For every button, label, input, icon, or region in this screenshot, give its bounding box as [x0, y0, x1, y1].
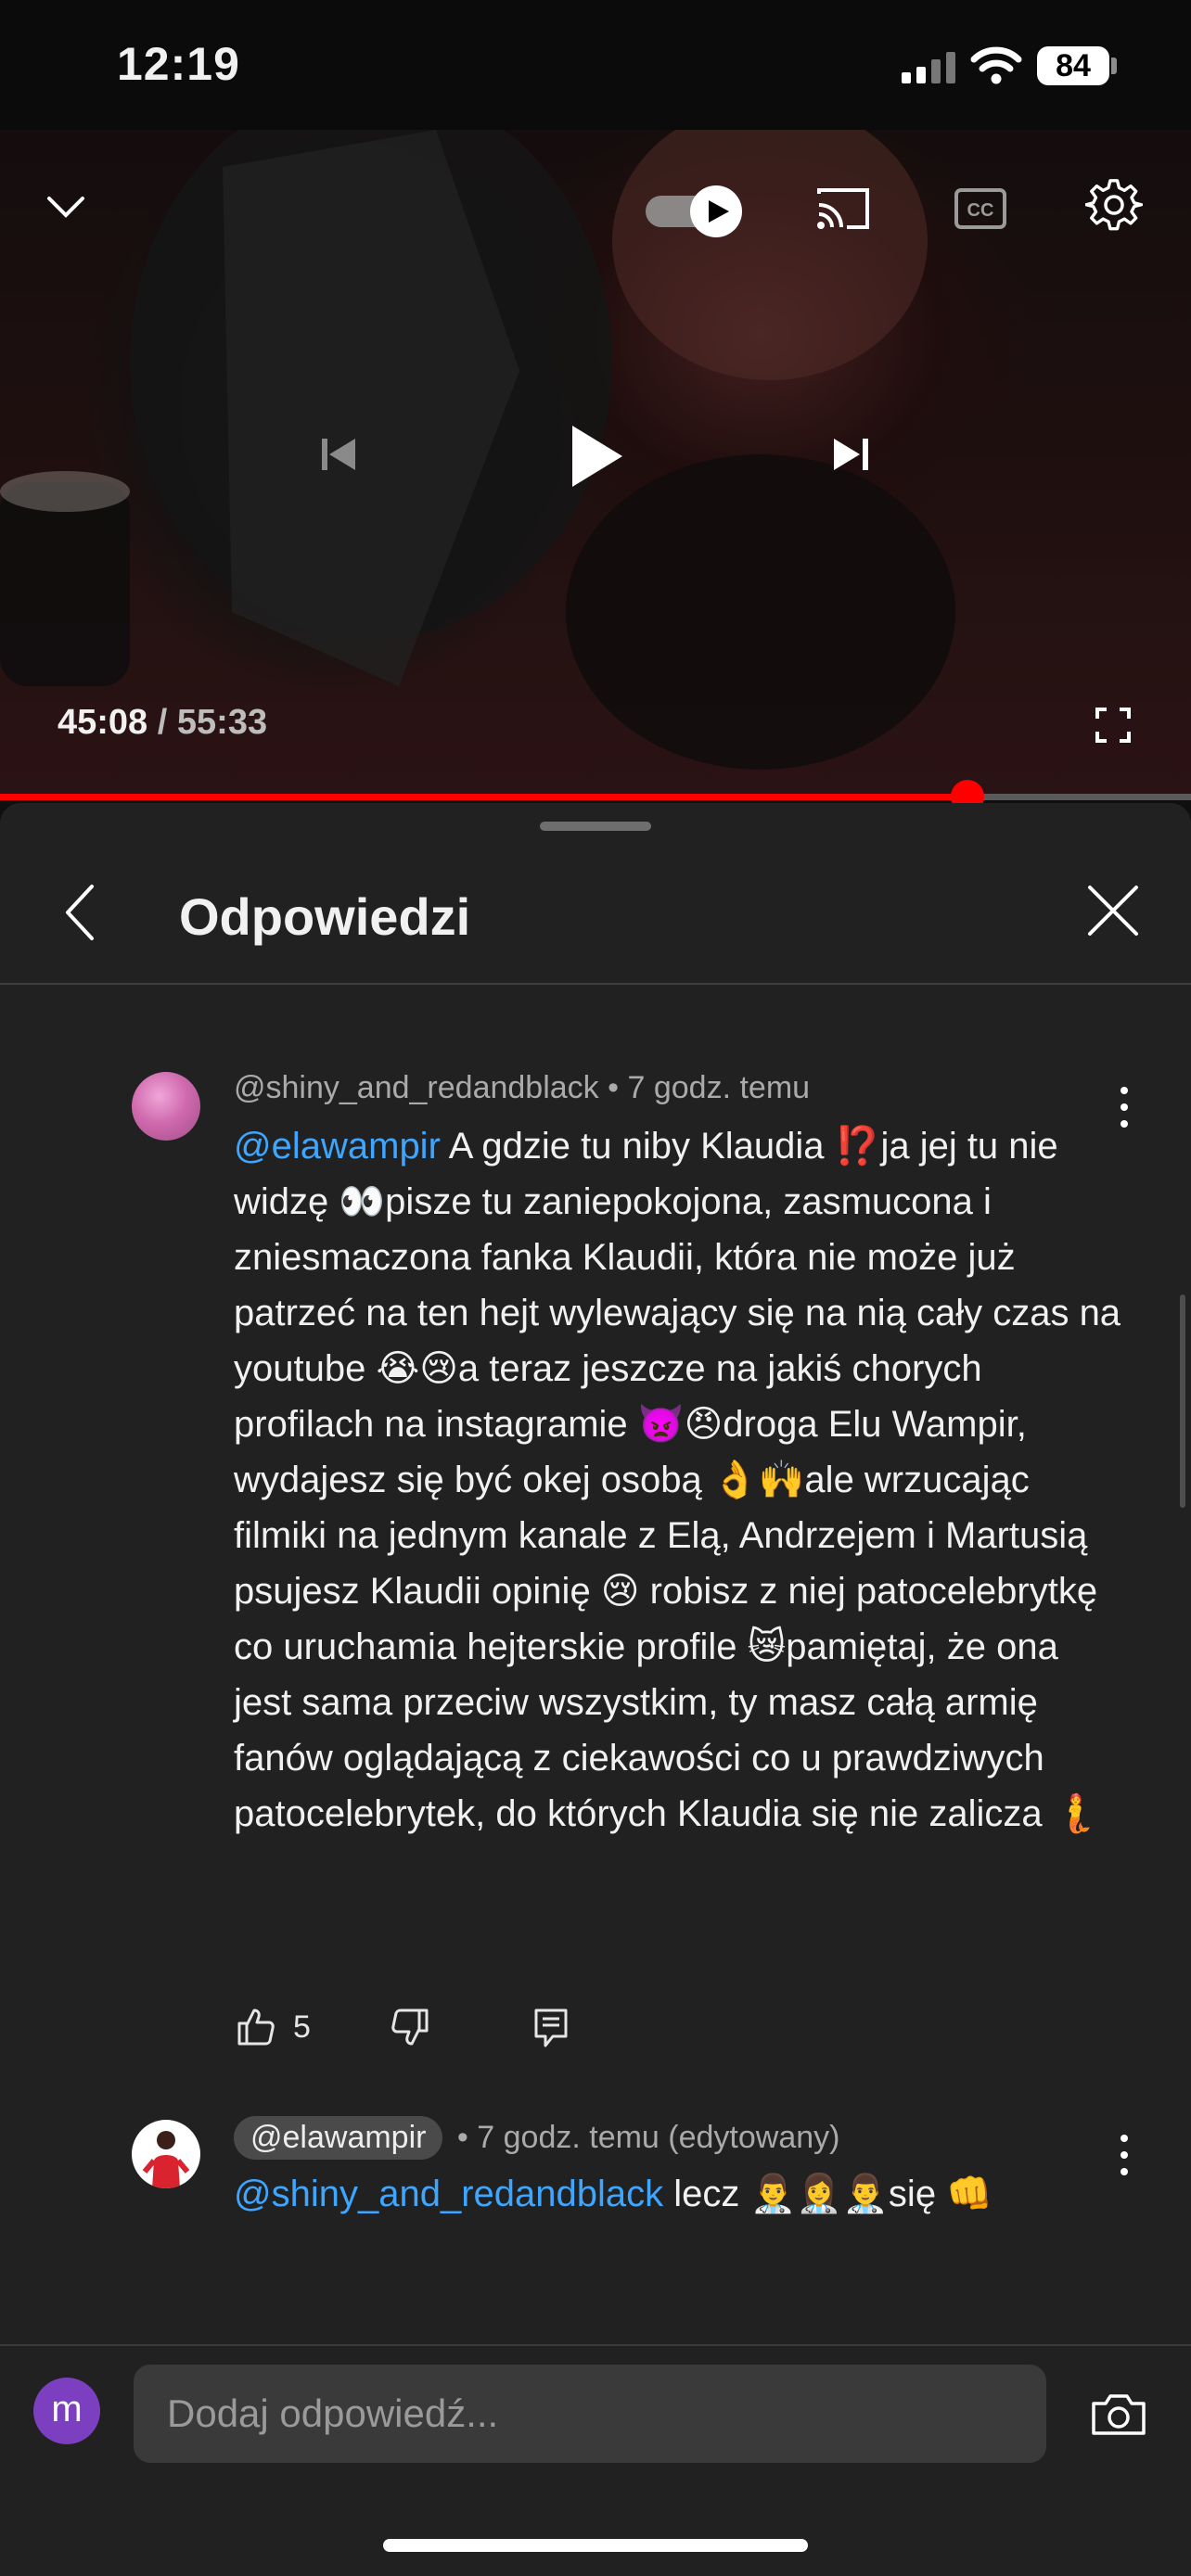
- camera-icon[interactable]: [1082, 2381, 1156, 2448]
- time-display: 45:08 / 55:33: [58, 703, 267, 743]
- add-reply-input[interactable]: [134, 2365, 1046, 2463]
- play-icon[interactable]: [560, 419, 634, 493]
- time-separator: /: [147, 703, 177, 742]
- collapse-chevron-icon[interactable]: [35, 176, 96, 237]
- comment-meta: @shiny_and_redandblack • 7 godz. temu: [234, 1070, 810, 1106]
- mention-link[interactable]: @shiny_and_redandblack: [234, 2174, 663, 2214]
- progress-played: [0, 794, 967, 800]
- thumbs-up-icon: [237, 2009, 275, 2046]
- comment-text: @shiny_and_redandblack lecz 👨‍⚕️👩‍⚕️👨‍⚕️…: [234, 2166, 1124, 2220]
- drag-handle[interactable]: [540, 822, 651, 831]
- previous-icon[interactable]: [312, 427, 367, 482]
- current-time: 45:08: [58, 703, 148, 742]
- status-time: 12:19: [117, 38, 240, 90]
- duration: 55:33: [176, 703, 268, 742]
- avatar[interactable]: [132, 1072, 200, 1141]
- dislike-button[interactable]: [390, 2007, 430, 2047]
- sheet-title: Odpowiedzi: [179, 887, 471, 946]
- settings-gear-icon[interactable]: [1080, 171, 1148, 239]
- close-icon[interactable]: [1076, 874, 1150, 948]
- captions-icon[interactable]: CC: [948, 176, 1013, 241]
- thumbs-down-icon: [391, 2009, 429, 2046]
- comment-time: 7 godz. temu: [627, 1070, 811, 1105]
- replies-sheet: Odpowiedzi @shiny_and_redandblack • 7 go…: [0, 803, 1191, 2576]
- scrollbar[interactable]: [1180, 1294, 1185, 1508]
- comment-body: A gdzie tu niby Klaudia ⁉️ja jej tu nie …: [234, 1126, 1121, 1834]
- previous-comment-fragment: [232, 987, 603, 1000]
- replies-list: @shiny_and_redandblack • 7 godz. temu @e…: [0, 987, 1191, 2220]
- signal-icon: [902, 52, 955, 83]
- battery-tip: [1111, 57, 1117, 74]
- mention-link[interactable]: @elawampir: [234, 1126, 441, 1167]
- status-bar: 12:19 84: [0, 0, 1191, 130]
- comment-text: @elawampir A gdzie tu niby Klaudia ⁉️ja …: [234, 1118, 1124, 1842]
- comment-author-chip[interactable]: @elawampir: [234, 2116, 443, 2160]
- autoplay-toggle[interactable]: [644, 180, 748, 241]
- meta-dot: •: [608, 1070, 620, 1105]
- battery-icon: 84: [1037, 46, 1109, 85]
- fullscreen-icon[interactable]: [1087, 699, 1139, 751]
- user-avatar[interactable]: m: [33, 2378, 100, 2444]
- meta-dot: •: [456, 2120, 468, 2155]
- wifi-icon: [970, 46, 1022, 84]
- video-player[interactable]: CC 45:08 / 55:33: [0, 130, 1191, 797]
- progress-bar[interactable]: [0, 780, 1191, 813]
- comment-author[interactable]: @shiny_and_redandblack: [234, 1070, 599, 1105]
- like-count: 5: [293, 2009, 311, 2045]
- avatar[interactable]: [132, 2120, 200, 2188]
- home-indicator[interactable]: [383, 2539, 808, 2552]
- svg-text:CC: CC: [967, 200, 994, 221]
- comment-time: 7 godz. temu (edytowany): [477, 2120, 840, 2155]
- reply-comment-icon: [534, 2009, 568, 2047]
- sheet-header: Odpowiedzi: [0, 840, 1191, 985]
- cast-icon[interactable]: [811, 176, 876, 241]
- next-icon[interactable]: [824, 427, 879, 482]
- like-button[interactable]: 5: [236, 2007, 311, 2047]
- reply-button[interactable]: [532, 2007, 570, 2049]
- comment-meta: @elawampir • 7 godz. temu (edytowany): [234, 2116, 839, 2160]
- back-arrow-icon[interactable]: [46, 859, 111, 966]
